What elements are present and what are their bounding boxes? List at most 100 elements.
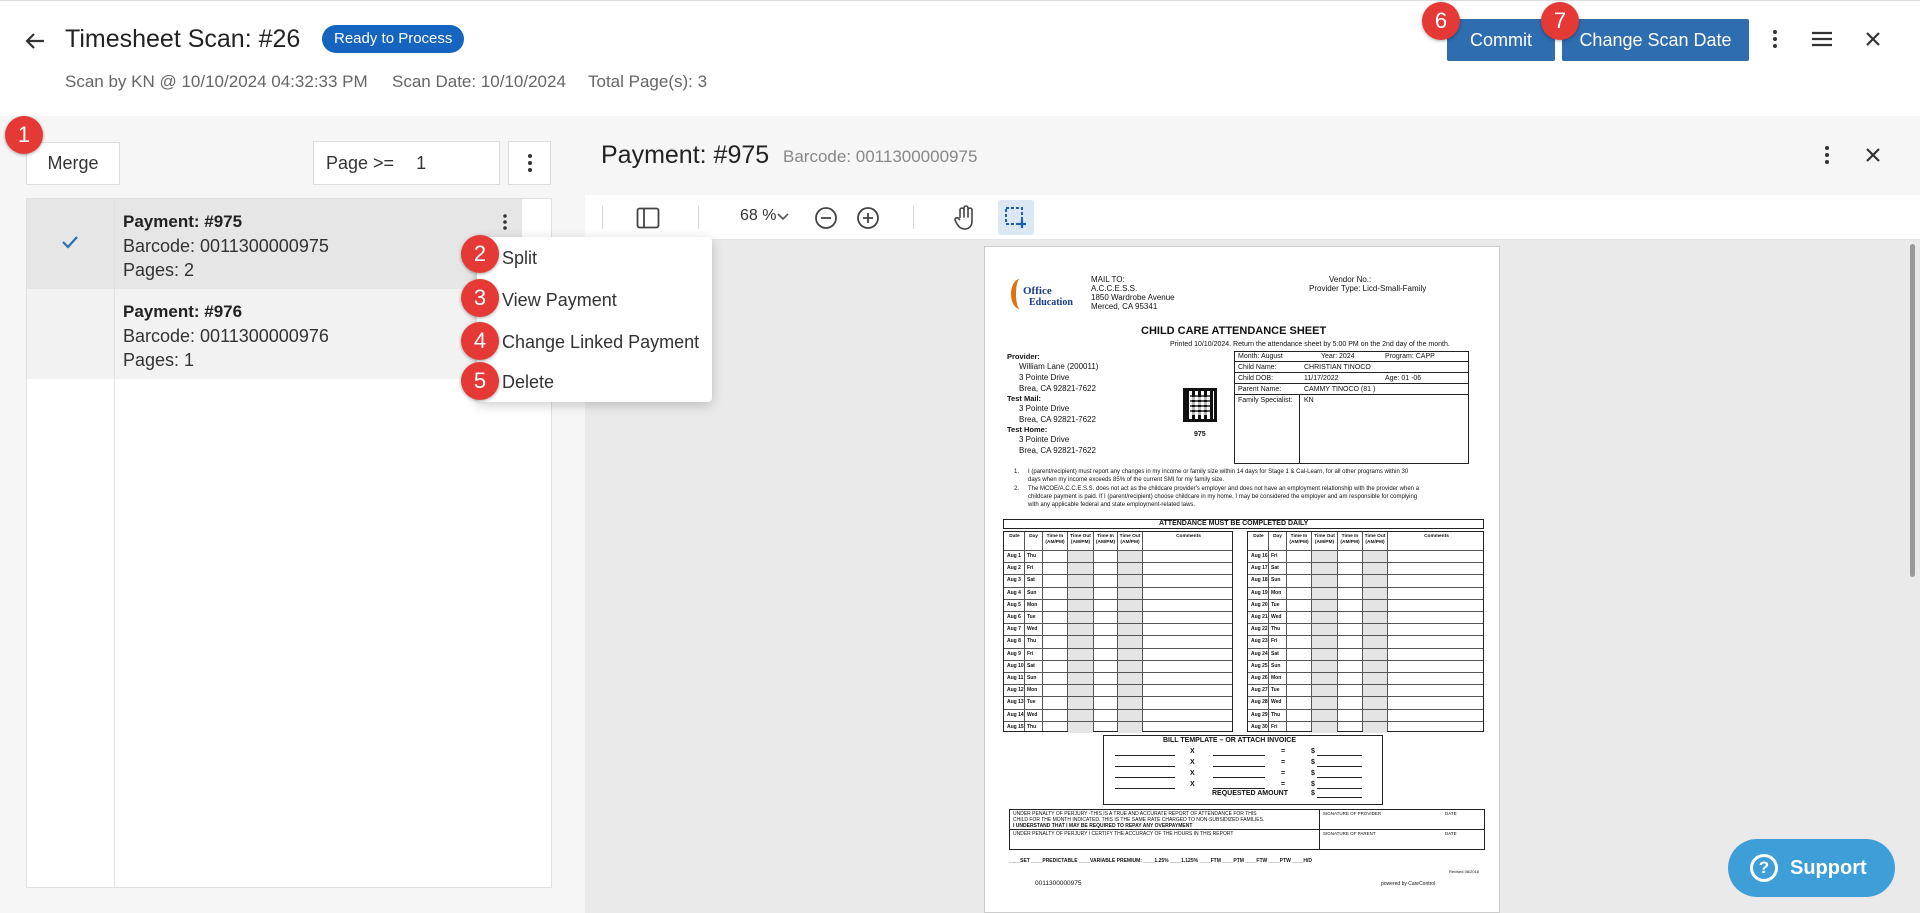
menu-item-change-linked-payment[interactable]: Change Linked Payment <box>502 332 699 353</box>
child-dob: 11/17/2022 <box>1304 375 1339 382</box>
table-header-cell: Time In (AM/PM) <box>1340 534 1360 545</box>
table-cell: Tue <box>1027 699 1036 706</box>
payment-close-icon[interactable] <box>1860 142 1886 168</box>
table-row-line <box>1248 659 1483 661</box>
list-item-barcode: Barcode: 0011300000975 <box>123 236 329 256</box>
payment-more-icon[interactable] <box>1816 142 1838 168</box>
step-marker-5: 5 <box>461 362 499 400</box>
table-cell: Aug 27 <box>1251 687 1268 694</box>
item-more-icon[interactable] <box>492 209 518 235</box>
table-cell: Sun <box>1027 675 1037 681</box>
mail-addr1: 1850 Wardrobe Avenue <box>1091 293 1175 302</box>
table-cell: Mon <box>1271 675 1282 681</box>
back-arrow-icon[interactable] <box>22 28 48 54</box>
table-cell: Tue <box>1271 687 1280 694</box>
support-button[interactable]: ? Support <box>1728 839 1895 897</box>
hand-tool-icon[interactable] <box>952 204 978 232</box>
provider-type: Provider Type: Licd-Small-Family <box>1309 284 1427 293</box>
table-cell: Aug 22 <box>1251 626 1268 633</box>
table-cell: Aug 10 <box>1007 662 1024 669</box>
table-cell: Fri <box>1027 565 1034 572</box>
commit-button[interactable]: Commit <box>1447 19 1555 61</box>
menu-item-delete[interactable]: Delete <box>502 372 554 393</box>
vendor-no: Vendor No.: <box>1329 275 1372 284</box>
table-cell: Aug 18 <box>1251 577 1268 584</box>
table-header-cell: Date <box>1253 534 1264 539</box>
table-row-line <box>1004 659 1232 661</box>
table-cell: Aug 3 <box>1007 577 1021 584</box>
list-item[interactable]: Payment: #975 Barcode: 0011300000975 Pag… <box>27 199 522 289</box>
page-filter-input[interactable]: Page >= 1 <box>313 141 500 185</box>
table-cell: Aug 4 <box>1007 589 1021 596</box>
check-icon[interactable] <box>61 235 79 254</box>
table-cell: Wed <box>1271 699 1282 706</box>
table-cell: Tue <box>1271 601 1280 608</box>
sig-provider: SIGNATURE OF PROVIDER <box>1323 811 1382 816</box>
test-home-label: Test Home: <box>1007 425 1048 434</box>
list-item-pages: Pages: 2 <box>123 260 195 280</box>
menu-item-view-payment[interactable]: View Payment <box>502 290 617 311</box>
toolbar-divider <box>602 206 603 229</box>
list-item-title: Payment: #975 <box>123 212 243 231</box>
page-filter-value: 1 <box>416 152 427 173</box>
bill-symbol: X <box>1190 781 1195 788</box>
table-cell: Mon <box>1027 601 1038 608</box>
table-cell: Aug 8 <box>1007 638 1021 645</box>
table-cell: Fri <box>1271 723 1278 730</box>
test-home-addr1: 3 Pointe Drive <box>1019 435 1070 444</box>
table-row-line <box>1248 672 1483 673</box>
bill-line <box>1317 777 1362 778</box>
mail-org: A.C.C.E.S.S. <box>1091 284 1138 293</box>
hamburger-menu-icon[interactable] <box>1808 26 1836 52</box>
table-row-line <box>1248 696 1483 698</box>
support-label: Support <box>1790 856 1867 879</box>
table-row-line <box>1248 611 1483 612</box>
specialist: KN <box>1304 397 1314 404</box>
menu-item-split[interactable]: Split <box>502 248 537 269</box>
table-cell: Fri <box>1027 650 1034 657</box>
bill-line <box>1213 777 1265 778</box>
viewer-scrollbar[interactable] <box>1910 244 1915 577</box>
bill-line <box>1115 766 1175 767</box>
program: Program: CAPP <box>1385 353 1435 360</box>
change-scan-date-button[interactable]: Change Scan Date <box>1562 19 1749 61</box>
zoom-dropdown-icon[interactable] <box>775 206 791 228</box>
list-item[interactable]: Payment: #976 Barcode: 0011300000976 Pag… <box>27 289 522 379</box>
document-page: Office Education MAIL TO: A.C.C.E.S.S. 1… <box>984 246 1500 913</box>
more-vert-icon[interactable] <box>1762 26 1788 52</box>
table-cell: Aug 7 <box>1007 626 1021 633</box>
step-marker-2: 2 <box>461 235 499 273</box>
shaded-column <box>1312 550 1337 733</box>
select-area-icon[interactable] <box>998 200 1034 235</box>
zoom-level[interactable]: 68 % <box>740 207 776 225</box>
bill-symbol: X <box>1190 748 1195 755</box>
specialist-label: Family Specialist: <box>1238 397 1293 404</box>
table-cell: Aug 28 <box>1251 699 1268 706</box>
merge-button[interactable]: Merge <box>26 142 120 185</box>
page-filter-label: Page >= <box>326 152 395 173</box>
close-icon[interactable] <box>1860 26 1886 52</box>
sheet-title: CHILD CARE ATTENDANCE SHEET <box>1141 325 1327 337</box>
table-cell: Sat <box>1027 662 1035 669</box>
bill-template-header: BILL TEMPLATE – OR ATTACH INVOICE <box>1163 737 1296 744</box>
provider-name: William Lane (200011) <box>1019 362 1099 371</box>
table-cell: Aug 2 <box>1007 565 1021 572</box>
note-1b: days when my income exceeds 85% of the c… <box>1028 477 1225 483</box>
bill-line <box>1213 755 1265 756</box>
table-cell: Sun <box>1027 589 1037 596</box>
table-cell: Thu <box>1027 553 1037 559</box>
table-row-line <box>1004 598 1232 600</box>
total-pages-text: Total Page(s): 3 <box>588 72 708 91</box>
attendance-table-right: Date Day Time In (AM/PM) Time Out (AM/PM) Ti… <box>1247 531 1484 733</box>
filter-more-icon[interactable] <box>508 141 551 185</box>
zoom-out-icon[interactable] <box>814 206 838 230</box>
table-cell: Aug 11 <box>1007 675 1024 681</box>
month: Month: August <box>1238 353 1283 360</box>
attendance-header: ATTENDANCE MUST BE COMPLETED DAILY <box>1159 520 1309 527</box>
sidebar-toggle-icon[interactable] <box>635 205 661 231</box>
bill-symbol: = <box>1281 781 1286 788</box>
table-row-line <box>1004 574 1232 576</box>
bill-line <box>1115 777 1175 778</box>
table-cell: Aug 6 <box>1007 614 1021 620</box>
zoom-in-icon[interactable] <box>856 206 880 230</box>
